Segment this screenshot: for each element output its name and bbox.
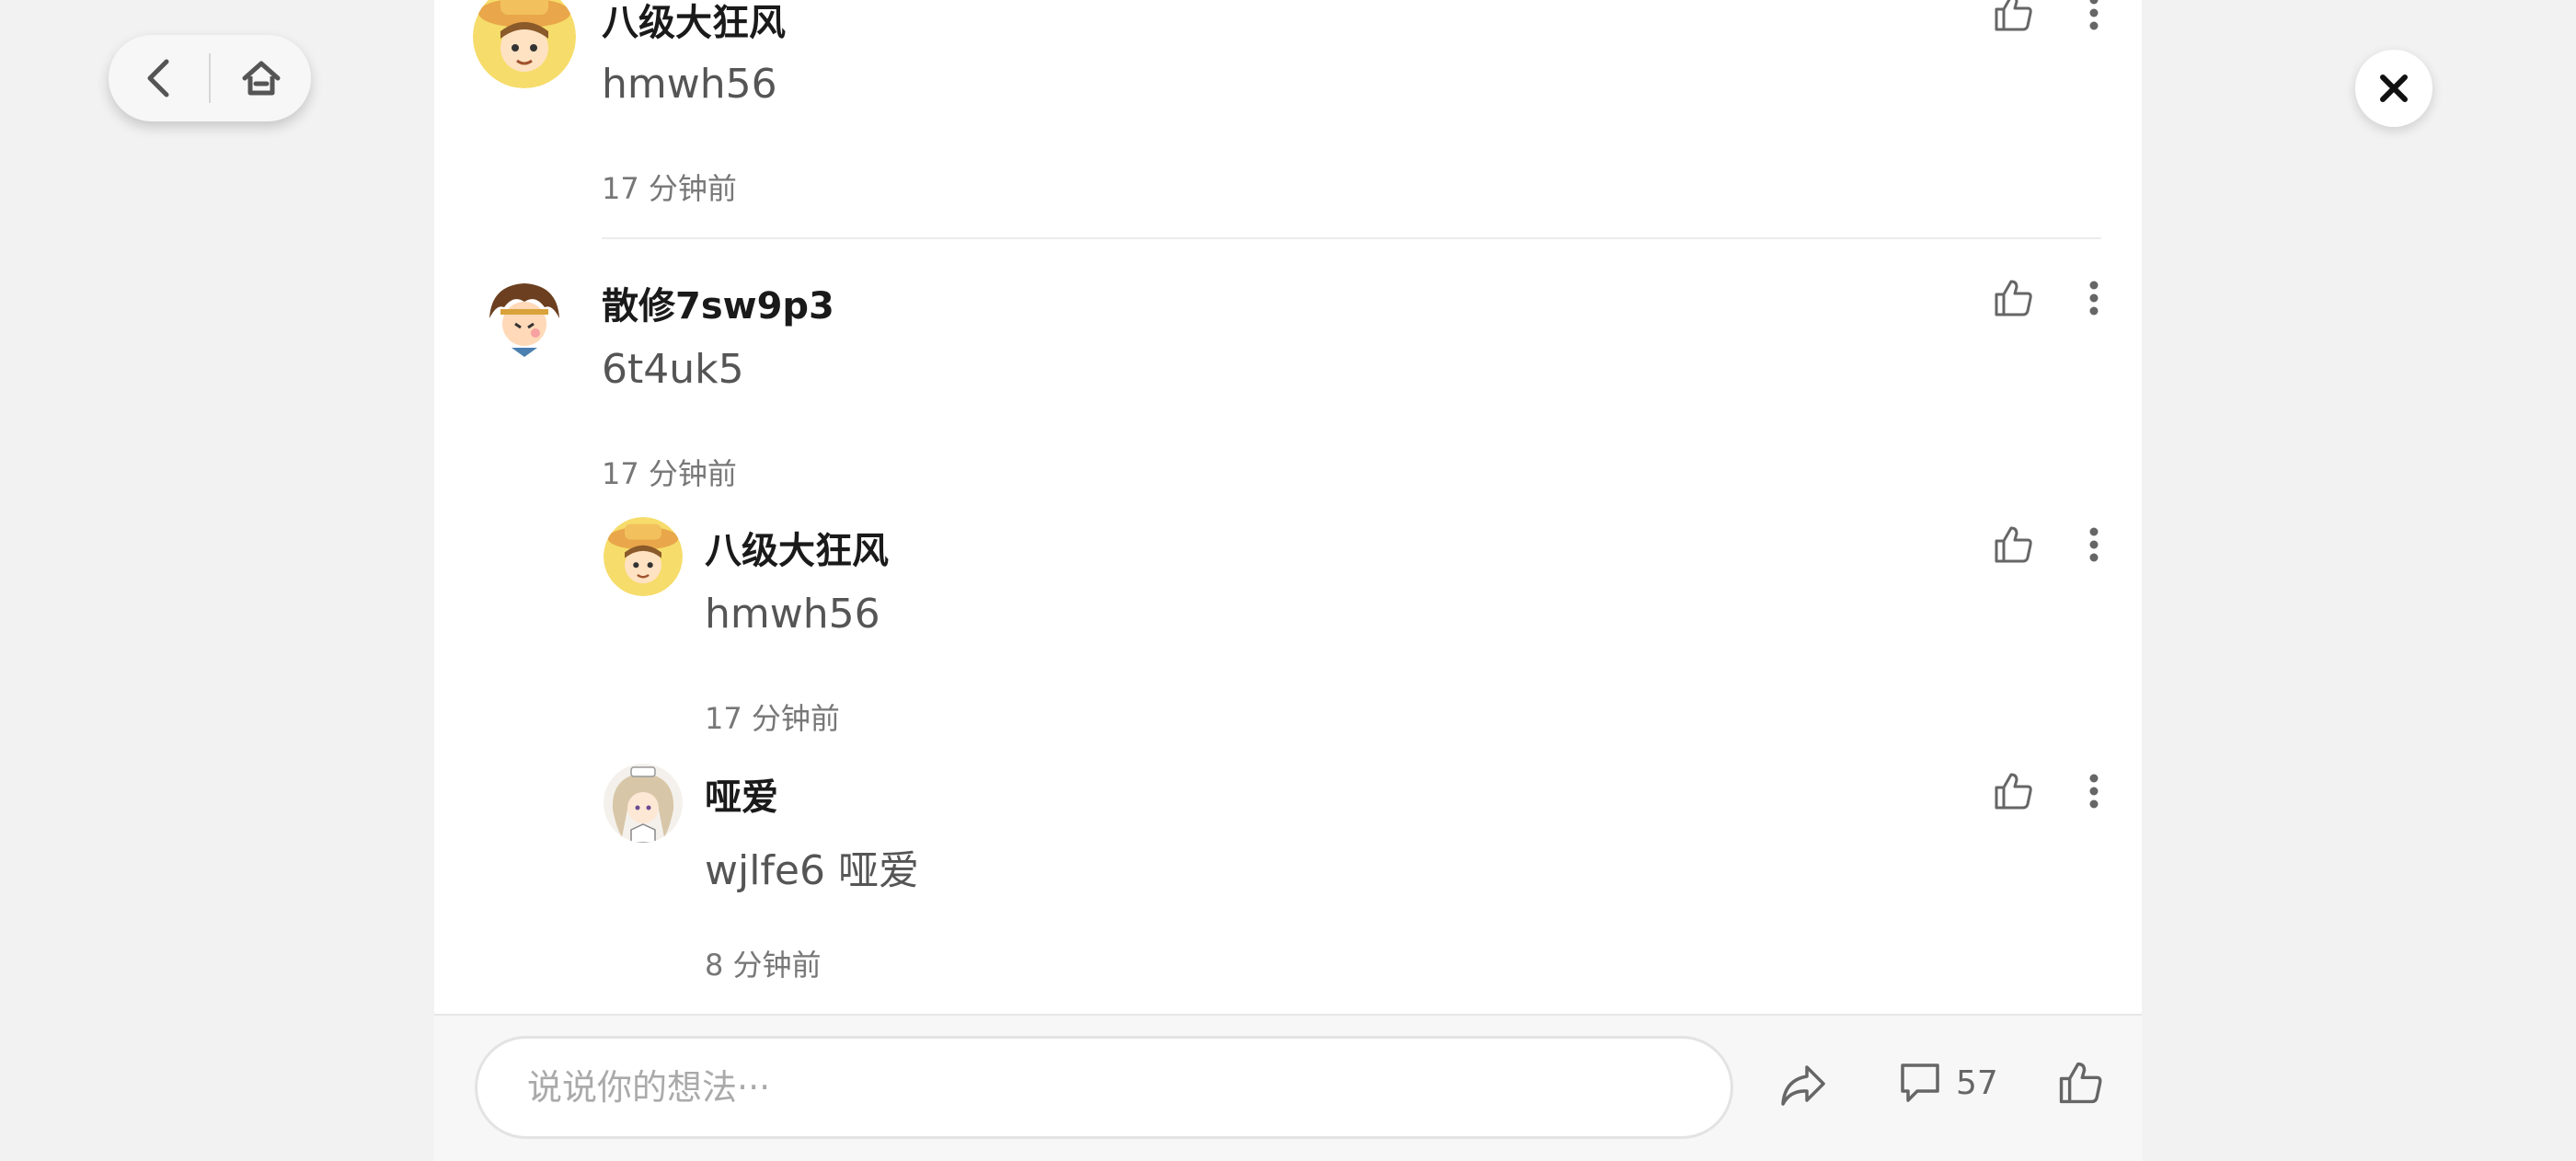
home-button[interactable]: [211, 35, 311, 121]
avatar[interactable]: [480, 276, 569, 364]
reply-time: 17 分钟前: [705, 701, 840, 736]
close-icon: [2380, 75, 2408, 102]
close-button[interactable]: [2355, 50, 2432, 127]
more-vertical-icon: [2089, 527, 2099, 562]
comment-author[interactable]: 八级大狂风: [602, 0, 786, 46]
more-button[interactable]: [2066, 0, 2122, 40]
bottom-bar: 57: [434, 1014, 2142, 1161]
like-button[interactable]: [1985, 764, 2041, 819]
comment-icon: [1901, 1063, 1939, 1102]
comment-text: hmwh56: [602, 61, 777, 108]
comment-time: 17 分钟前: [602, 171, 737, 206]
more-button[interactable]: [2066, 270, 2122, 326]
share-button[interactable]: [1777, 1060, 1829, 1111]
avatar[interactable]: [604, 764, 683, 843]
back-icon: [147, 59, 168, 98]
comment-panel: 八级大狂风 hmwh56 17 分钟前 散修7sw9p3 6t4uk5 17 分…: [434, 0, 2142, 1161]
home-icon: [242, 61, 280, 96]
reply-text: hmwh56: [705, 591, 880, 638]
avatar-image: [473, 0, 576, 88]
comment-time: 17 分钟前: [602, 456, 737, 491]
more-button[interactable]: [2066, 517, 2122, 572]
reply-author[interactable]: 哑爱: [705, 767, 778, 821]
like-button[interactable]: [1985, 517, 2041, 572]
comment-input[interactable]: [475, 1036, 1733, 1139]
thumbs-up-icon: [2059, 1062, 2102, 1104]
more-vertical-icon: [2089, 0, 2099, 30]
thumbs-up-icon: [1995, 773, 2032, 810]
comment-divider: [602, 237, 2101, 239]
more-button[interactable]: [2066, 764, 2122, 819]
avatar-image: [604, 517, 683, 596]
like-post-button[interactable]: [2057, 1060, 2103, 1106]
reply-time: 8 分钟前: [705, 948, 822, 983]
reply-text: wjlfe6 哑爱: [705, 847, 919, 894]
share-icon: [1781, 1065, 1825, 1106]
comment-author[interactable]: 散修7sw9p3: [602, 276, 834, 329]
like-button[interactable]: [1985, 270, 2041, 326]
avatar[interactable]: [473, 0, 576, 88]
more-vertical-icon: [2089, 774, 2099, 809]
thumbs-up-icon: [1995, 0, 2032, 31]
avatar-image: [604, 764, 683, 843]
avatar[interactable]: [604, 517, 683, 596]
like-button[interactable]: [1985, 0, 2041, 40]
comments-button[interactable]: 57: [1897, 1060, 1998, 1106]
thumbs-up-icon: [1995, 526, 2032, 563]
nav-pill: [109, 35, 311, 121]
reply-author[interactable]: 八级大狂风: [705, 521, 889, 574]
avatar-image: [480, 276, 569, 364]
comment-count: 57: [1956, 1063, 1998, 1102]
thumbs-up-icon: [1995, 280, 2032, 316]
more-vertical-icon: [2089, 281, 2099, 316]
back-button[interactable]: [109, 35, 209, 121]
comment-text: 6t4uk5: [602, 346, 744, 393]
